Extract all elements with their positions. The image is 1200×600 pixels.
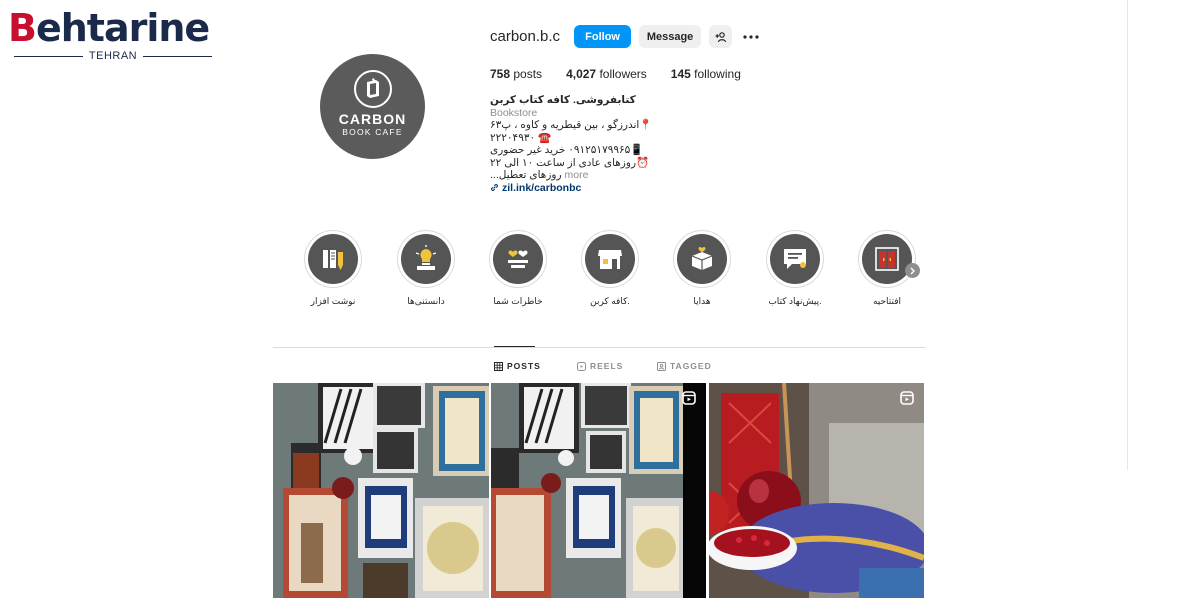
reel-indicator-icon — [900, 391, 914, 410]
behtarine-watermark-logo: Behtarine TEHRAN — [8, 6, 218, 62]
reels-icon — [577, 361, 586, 371]
bio-line-truncated: روزهای تعطیل... more — [490, 169, 589, 181]
tabs-divider — [273, 347, 926, 348]
highlight-label: خاطرات شما — [493, 296, 543, 306]
post-image — [709, 383, 924, 598]
highlight-label: نوشت افزار — [310, 296, 356, 306]
follow-button[interactable]: Follow — [574, 25, 632, 48]
bio-hours: ⏰روزهای عادی از ساعت ۱۰ الی ۲۲ — [490, 156, 650, 169]
message-button[interactable]: Message — [639, 25, 702, 48]
scrollbar-track — [1127, 0, 1128, 470]
more-options-button[interactable] — [740, 26, 762, 48]
link-icon — [491, 184, 498, 192]
highlight-item[interactable]: پیش‌نهاد کتاب. — [750, 230, 840, 307]
logo-wordmark: Behtarine — [8, 6, 210, 50]
storefront-icon — [598, 250, 622, 269]
logo-city: TEHRAN — [88, 50, 138, 62]
bio-category: Bookstore — [490, 106, 538, 119]
highlight-label: افتتاحیه — [872, 296, 902, 306]
profile-bio: کتابفروشی. کافه کتاب کربن Bookstore 📍اند… — [490, 94, 690, 194]
avatar-text-carbon: CARBON — [338, 110, 407, 127]
post-image — [491, 383, 706, 598]
gift-box-icon — [691, 246, 713, 270]
ellipsis-icon — [743, 34, 759, 39]
highlight-label: پیش‌نهاد کتاب. — [768, 296, 822, 306]
bio-name: کتابفروشی. کافه کتاب کربن — [490, 94, 636, 106]
bio-more-link[interactable]: more — [564, 169, 588, 181]
reel-indicator-icon — [682, 391, 696, 410]
profile-stats: 758 posts 4,027 followers 145 following — [490, 67, 741, 81]
posts-stat: 758 posts — [490, 67, 543, 81]
add-person-icon — [715, 31, 726, 42]
chat-book-icon — [784, 249, 806, 269]
door-icon — [875, 247, 899, 271]
profile-header-bar: carbon.b.c Follow Message — [490, 25, 762, 48]
instagram-profile-page: Behtarine TEHRAN CARBON BOOK CAFE carbon… — [0, 0, 1200, 600]
tag-icon — [657, 361, 666, 371]
bio-address: 📍اندرزگو ، بین قیطریه و کاوه ، پ۶۳ — [490, 119, 653, 131]
followers-stat[interactable]: 4,027 followers — [566, 67, 647, 81]
chevron-right-icon — [910, 267, 915, 274]
grid-icon — [494, 361, 503, 371]
highlight-item[interactable]: کافه کربن. — [565, 230, 655, 307]
highlight-label: دانستنی‌ها — [407, 296, 445, 306]
post-thumbnail[interactable] — [491, 383, 706, 598]
bio-mobile: 📱۰۹۱۲۵۱۷۹۹۶۵ خرید غیر حضوری — [490, 144, 644, 156]
highlights-next-button[interactable] — [905, 263, 920, 278]
profile-avatar[interactable]: CARBON BOOK CAFE — [320, 54, 425, 159]
highlight-item[interactable]: نوشت افزار — [288, 230, 378, 307]
post-image — [273, 383, 489, 598]
bio-phone: ☎️ ۲۲۲۰۴۹۳۰ — [490, 131, 552, 144]
lightbulb-icon — [415, 245, 437, 270]
tab-posts[interactable]: POSTS — [494, 360, 541, 372]
active-tab-indicator — [494, 346, 535, 347]
avatar-text-bookcafe: BOOK CAFE — [342, 126, 403, 137]
tab-tagged[interactable]: TAGGED — [657, 360, 712, 372]
post-thumbnail[interactable] — [709, 383, 924, 598]
highlight-label: کافه کربن. — [590, 296, 630, 306]
following-stat[interactable]: 145 following — [671, 67, 741, 81]
tab-reels[interactable]: REELS — [577, 360, 623, 372]
highlight-item[interactable]: دانستنی‌ها — [381, 230, 471, 307]
suggested-accounts-button[interactable] — [709, 25, 733, 48]
profile-username: carbon.b.c — [490, 28, 561, 45]
highlight-label: هدایا — [693, 296, 711, 306]
hearts-icon — [508, 250, 528, 268]
bio-external-link[interactable]: zil.ink/carbonbc — [490, 182, 690, 195]
post-thumbnail[interactable] — [273, 383, 489, 598]
book-logo-icon — [353, 69, 392, 108]
pencils-icon — [323, 250, 343, 270]
highlight-item[interactable]: خاطرات شما — [473, 230, 563, 307]
highlight-item[interactable]: هدایا — [657, 230, 747, 307]
